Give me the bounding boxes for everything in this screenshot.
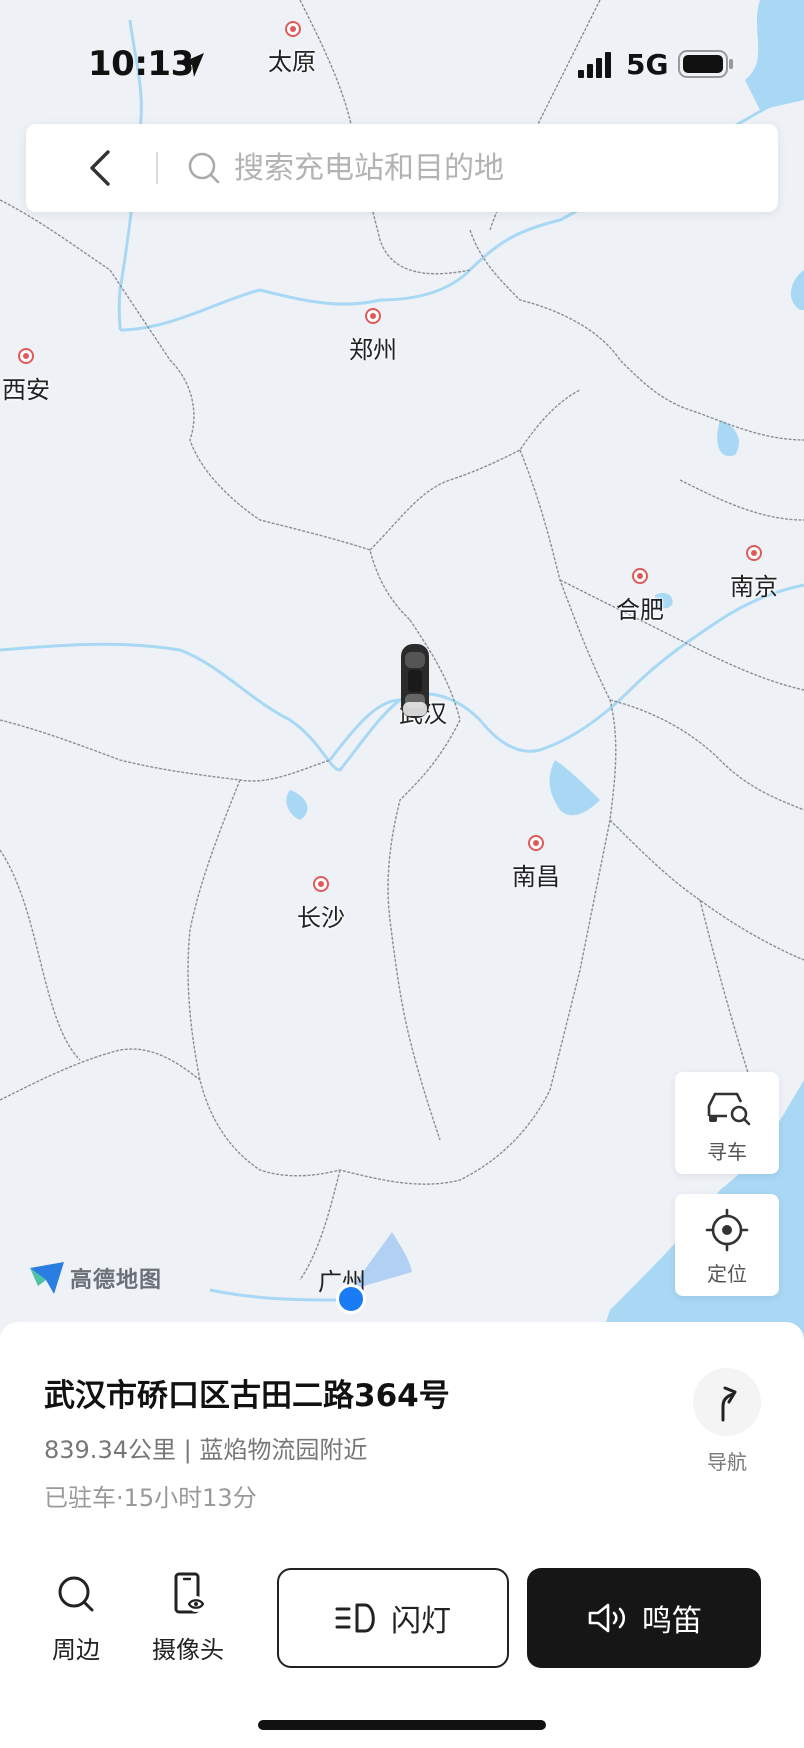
- camera-button[interactable]: 摄像头: [138, 1572, 238, 1665]
- crosshair-icon: [705, 1208, 749, 1252]
- navigate-label: 导航: [707, 1450, 747, 1474]
- status-bar: 10:13 5G: [0, 0, 804, 130]
- search-divider: [156, 152, 158, 184]
- vehicle-marker-icon[interactable]: [398, 642, 432, 720]
- nearby-label: 周边: [52, 1636, 100, 1664]
- home-indicator: [258, 1720, 546, 1730]
- flash-lights-button[interactable]: 闪灯: [277, 1568, 509, 1668]
- car-search-icon: [707, 1092, 751, 1126]
- camera-label: 摄像头: [152, 1636, 224, 1664]
- user-location-dot: [336, 1284, 366, 1314]
- turn-arrow-icon: [721, 1386, 737, 1422]
- navigate-button[interactable]: [693, 1368, 761, 1436]
- find-car-button[interactable]: 寻车: [675, 1072, 779, 1174]
- signal-icon: [578, 52, 611, 78]
- search-input[interactable]: [234, 140, 754, 196]
- vehicle-address: 武汉市硚口区古田二路364号: [44, 1378, 450, 1414]
- flash-lights-label: 闪灯: [391, 1604, 451, 1639]
- network-type: 5G: [626, 48, 669, 81]
- map-brand-text: 高德地图: [70, 1268, 163, 1293]
- honk-button[interactable]: 鸣笛: [527, 1568, 761, 1668]
- magnifier-icon: [58, 1576, 94, 1612]
- amap-logo: [30, 1262, 64, 1294]
- locate-label: 定位: [707, 1262, 747, 1286]
- back-icon[interactable]: [82, 146, 118, 190]
- distance-info: 839.34公里 | 蓝焰物流园附近: [44, 1436, 368, 1464]
- search-bar: [26, 124, 778, 212]
- vehicle-info-sheet: 武汉市硚口区古田二路364号 839.34公里 | 蓝焰物流园附近 已驻车·15…: [0, 1322, 804, 1748]
- locate-button[interactable]: 定位: [675, 1194, 779, 1296]
- location-arrow-icon: [181, 53, 204, 77]
- parked-duration: 已驻车·15小时13分: [44, 1484, 257, 1512]
- search-icon: [188, 152, 220, 184]
- headlight-icon: [335, 1603, 375, 1633]
- horn-icon: [588, 1603, 626, 1633]
- find-car-label: 寻车: [707, 1140, 747, 1164]
- battery-icon: [678, 50, 733, 78]
- honk-label: 鸣笛: [642, 1604, 702, 1639]
- phone-camera-icon: [174, 1572, 205, 1614]
- nearby-button[interactable]: 周边: [26, 1572, 126, 1665]
